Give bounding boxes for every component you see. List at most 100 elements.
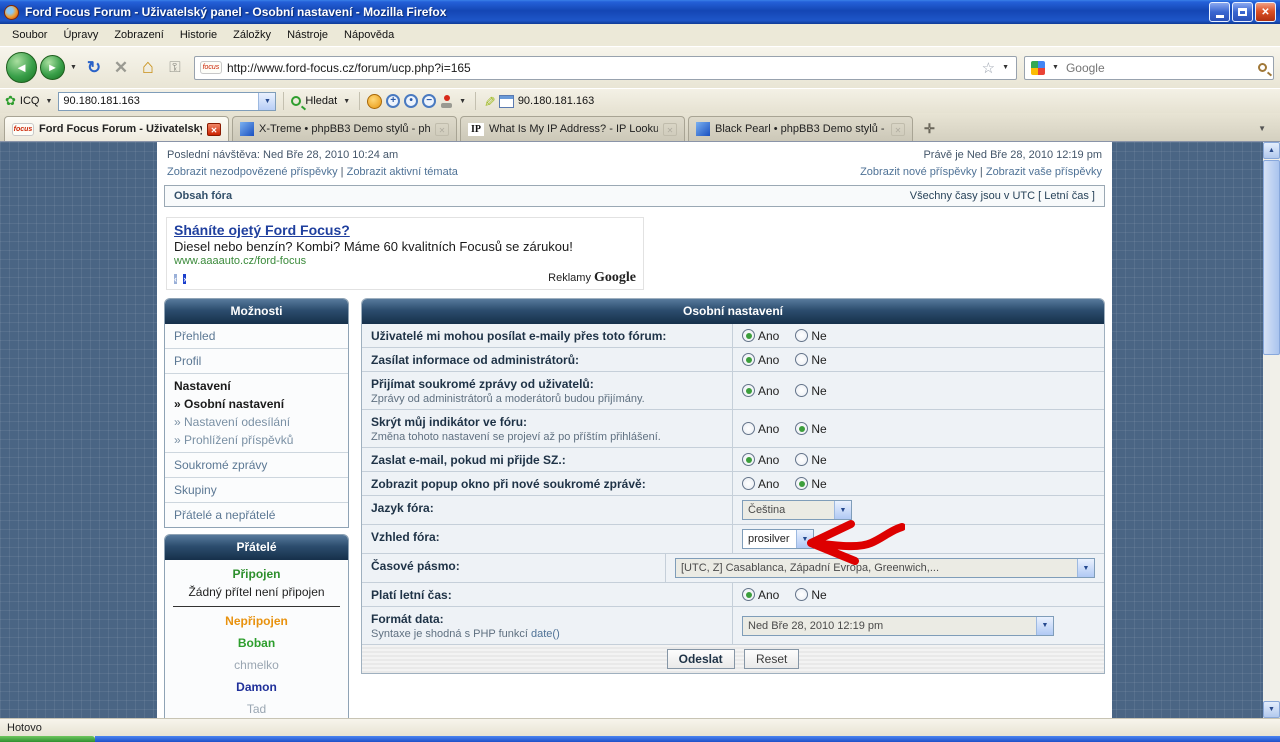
ad-attribution[interactable]: Reklamy Google <box>548 270 636 286</box>
scroll-up-icon[interactable]: ▲ <box>1263 142 1280 159</box>
radio-yes[interactable] <box>742 588 755 601</box>
icq-field-input[interactable] <box>59 95 258 107</box>
icq-field-dropdown-icon[interactable]: ▼ <box>258 93 275 110</box>
radio-no[interactable] <box>795 453 808 466</box>
icq-dropdown-icon[interactable]: ▼ <box>43 98 54 105</box>
radio-yes[interactable] <box>742 384 755 397</box>
stop-icon[interactable]: ✕ <box>109 58 133 78</box>
search-engine-dropdown-icon[interactable]: ▼ <box>1050 64 1061 71</box>
new-tab-button[interactable]: ✛ <box>916 121 943 141</box>
sidebar-item-soukrome-zpravy[interactable]: Soukromé zprávy <box>165 452 348 477</box>
submit-button[interactable]: Odeslat <box>667 649 735 669</box>
search-box[interactable]: ▼ <box>1024 56 1274 80</box>
icq-label[interactable]: ICQ <box>20 95 40 107</box>
reload-icon[interactable]: ↻ <box>82 58 106 78</box>
back-button[interactable]: ◄ <box>6 52 37 83</box>
url-input[interactable] <box>227 61 977 75</box>
restore-button[interactable] <box>1232 2 1253 22</box>
friend-link[interactable]: chmelko <box>169 658 344 672</box>
friend-link[interactable]: Boban <box>169 636 344 650</box>
radio-no[interactable] <box>795 588 808 601</box>
link-your-posts[interactable]: Zobrazit vaše příspěvky <box>986 166 1102 178</box>
sidebar-item-prehled[interactable]: Přehled <box>165 324 348 348</box>
sidebar-item-pratele-a-nepratele[interactable]: Přátelé a nepřátelé <box>165 502 348 527</box>
tab-ford-focus[interactable]: focus Ford Focus Forum - Uživatelský p..… <box>4 116 229 141</box>
friends-block: Přátelé Připojen Žádný přítel není připo… <box>164 534 349 718</box>
radio-yes[interactable] <box>742 453 755 466</box>
tab-xtreme[interactable]: X-Treme • phpBB3 Demo stylů - phpBB3... … <box>232 116 457 141</box>
radio-yes[interactable] <box>742 353 755 366</box>
home-icon[interactable]: ⌂ <box>136 56 160 79</box>
sidebar-item-nastaveni-odesilani[interactable]: » Nastavení odesílání <box>174 411 339 429</box>
menu-zalozky[interactable]: Záložky <box>225 26 279 44</box>
sidebar-item-profil[interactable]: Profil <box>165 348 348 373</box>
history-dropdown-icon[interactable]: ▼ <box>68 64 79 71</box>
radio-no[interactable] <box>795 384 808 397</box>
list-all-tabs-icon[interactable]: ▼ <box>1248 124 1276 141</box>
sidebar-item-osobni-nastaveni[interactable]: » Osobní nastavení <box>174 393 339 411</box>
highlighter-icon[interactable]: ✎ <box>480 95 497 107</box>
ad-prev-button[interactable]: ‹ <box>174 274 177 284</box>
search-magnifier-icon[interactable] <box>1258 63 1267 72</box>
vertical-scrollbar[interactable]: ▲ ▼ <box>1263 142 1280 718</box>
scrollbar-thumb[interactable] <box>1263 160 1280 355</box>
scroll-down-icon[interactable]: ▼ <box>1263 701 1280 718</box>
link-active-topics[interactable]: Zobrazit aktivní témata <box>347 166 458 178</box>
smiley-icon[interactable] <box>367 94 382 109</box>
minimize-button[interactable] <box>1209 2 1230 22</box>
menu-zobrazeni[interactable]: Zobrazení <box>106 26 172 44</box>
keys-icon[interactable]: ⚿ <box>163 59 187 76</box>
ad-next-button[interactable]: › <box>183 274 186 284</box>
timezone-select[interactable]: [UTC, Z] Casablanca, Západní Evropa, Gre… <box>675 558 1095 578</box>
sidebar-item-prohlizeni-prispevku[interactable]: » Prohlížení příspěvků <box>174 429 339 447</box>
tab-close-icon[interactable]: ✕ <box>663 123 677 136</box>
search-input[interactable] <box>1066 61 1253 75</box>
forward-button[interactable]: ► <box>40 55 65 80</box>
url-dropdown-icon[interactable]: ▼ <box>1000 64 1011 71</box>
tab-close-icon[interactable]: ✕ <box>207 123 221 136</box>
style-select[interactable]: prosilver ▼ <box>742 529 814 549</box>
joystick-icon[interactable] <box>440 95 453 108</box>
hledat-dropdown-icon[interactable]: ▼ <box>341 98 352 105</box>
date-function-link[interactable]: date() <box>531 628 560 640</box>
joystick-dropdown-icon[interactable]: ▼ <box>457 98 468 105</box>
radio-no[interactable] <box>795 353 808 366</box>
radio-no[interactable] <box>795 329 808 342</box>
ip-window-icon[interactable] <box>499 95 514 108</box>
friend-link[interactable]: Damon <box>169 680 344 694</box>
bookmark-star-icon[interactable]: ☆ <box>982 59 995 77</box>
zoom-reset-icon[interactable]: • <box>404 94 418 108</box>
url-bar[interactable]: focus ☆ ▼ <box>194 56 1017 80</box>
sidebar-item-skupiny[interactable]: Skupiny <box>165 477 348 502</box>
language-select[interactable]: Čeština ▼ <box>742 500 852 520</box>
start-button[interactable] <box>0 736 95 742</box>
radio-no[interactable] <box>795 422 808 435</box>
sidebar-item-nastaveni[interactable]: Nastavení <box>174 379 339 393</box>
radio-yes[interactable] <box>742 329 755 342</box>
breadcrumb[interactable]: Obsah fóra <box>174 190 232 202</box>
menu-napoveda[interactable]: Nápověda <box>336 26 402 44</box>
radio-yes[interactable] <box>742 422 755 435</box>
zoom-out-icon[interactable]: − <box>422 94 436 108</box>
reset-button[interactable]: Reset <box>744 649 799 669</box>
tab-close-icon[interactable]: ✕ <box>891 123 905 136</box>
menu-historie[interactable]: Historie <box>172 26 225 44</box>
radio-yes[interactable] <box>742 477 755 490</box>
menu-soubor[interactable]: Soubor <box>4 26 55 44</box>
hledat-button[interactable]: Hledat <box>305 95 337 107</box>
zoom-in-icon[interactable]: + <box>386 94 400 108</box>
menu-nastroje[interactable]: Nástroje <box>279 26 336 44</box>
tab-whatismyip[interactable]: IP What Is My IP Address? - IP Lookup Re… <box>460 116 685 141</box>
icq-field[interactable]: ▼ <box>58 92 276 111</box>
menu-upravy[interactable]: Úpravy <box>55 26 106 44</box>
icq-flower-icon: ✿ <box>5 93 16 109</box>
close-button[interactable]: ✕ <box>1255 2 1276 22</box>
link-new-posts[interactable]: Zobrazit nové příspěvky <box>860 166 977 178</box>
dateformat-select[interactable]: Ned Bře 28, 2010 12:19 pm ▼ <box>742 616 1054 636</box>
tab-close-icon[interactable]: ✕ <box>435 123 449 136</box>
tab-blackpearl[interactable]: Black Pearl • phpBB3 Demo stylů - phpB..… <box>688 116 913 141</box>
radio-no[interactable] <box>795 477 808 490</box>
link-unanswered-posts[interactable]: Zobrazit nezodpovězené příspěvky <box>167 166 338 178</box>
ad-headline-link[interactable]: Sháníte ojetý Ford Focus? <box>174 222 350 238</box>
friend-link[interactable]: Tad <box>169 702 344 716</box>
